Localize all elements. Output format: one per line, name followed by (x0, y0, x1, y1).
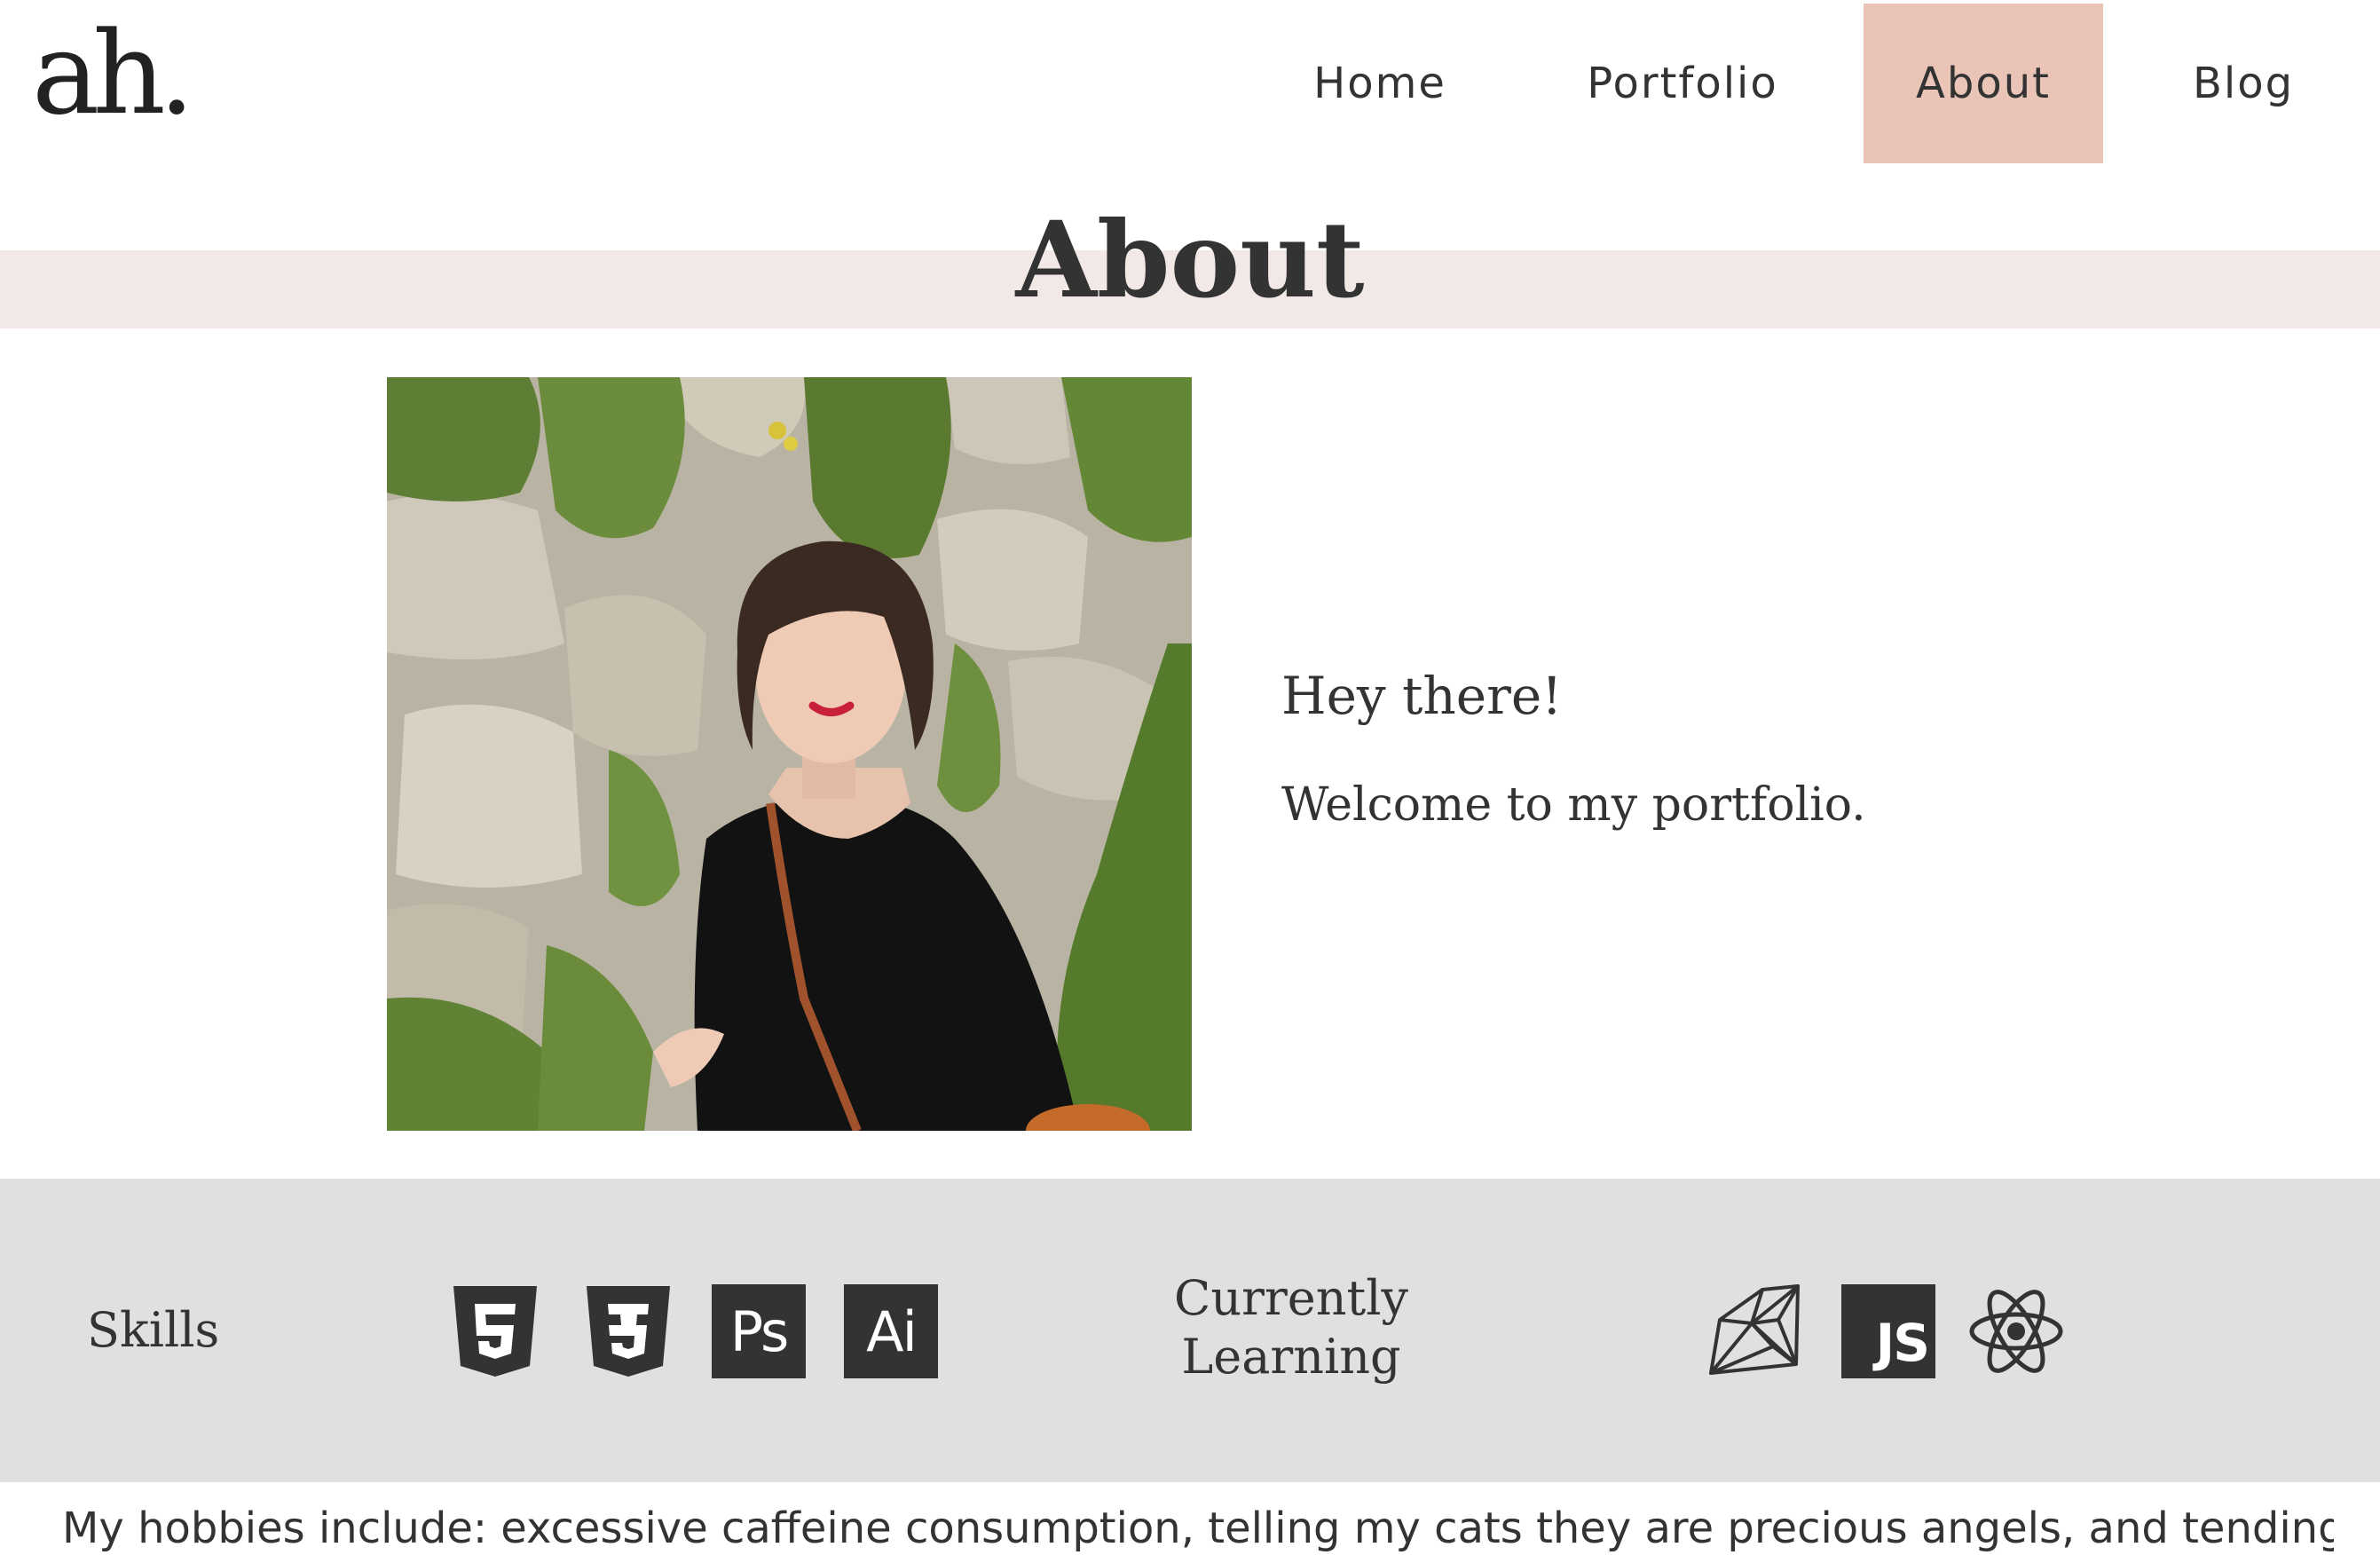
currently-learning-line2: Learning (1181, 1329, 1401, 1385)
welcome-text: Welcome to my portfolio. (1281, 778, 1866, 832)
skills-label: Skills (87, 1302, 220, 1358)
page-title: About (1015, 198, 1365, 321)
html5-icon (448, 1284, 542, 1378)
currently-learning-line1: Currently (1174, 1270, 1408, 1326)
ruby-icon (1707, 1284, 1801, 1378)
illustrator-icon: Ai (844, 1284, 938, 1378)
javascript-icon: JS (1841, 1284, 1935, 1378)
nav-item-home[interactable]: Home (1285, 4, 1475, 163)
nav-item-about[interactable]: About (1864, 4, 2103, 163)
main-nav: Home Portfolio About Blog (0, 4, 2380, 163)
greeting-heading: Hey there! (1281, 666, 1563, 726)
hobbies-text: My hobbies include: excessive caffeine c… (62, 1504, 2334, 1553)
nav-item-portfolio[interactable]: Portfolio (1569, 4, 1796, 163)
photoshop-icon: Ps (712, 1284, 806, 1378)
react-icon (1969, 1284, 2063, 1378)
css3-icon (581, 1284, 675, 1378)
site-header: ah. Home Portfolio About Blog (0, 0, 2380, 165)
currently-learning-label: Currently Learning (1145, 1269, 1438, 1386)
profile-photo (387, 377, 1192, 1131)
nav-item-blog[interactable]: Blog (2156, 4, 2330, 163)
